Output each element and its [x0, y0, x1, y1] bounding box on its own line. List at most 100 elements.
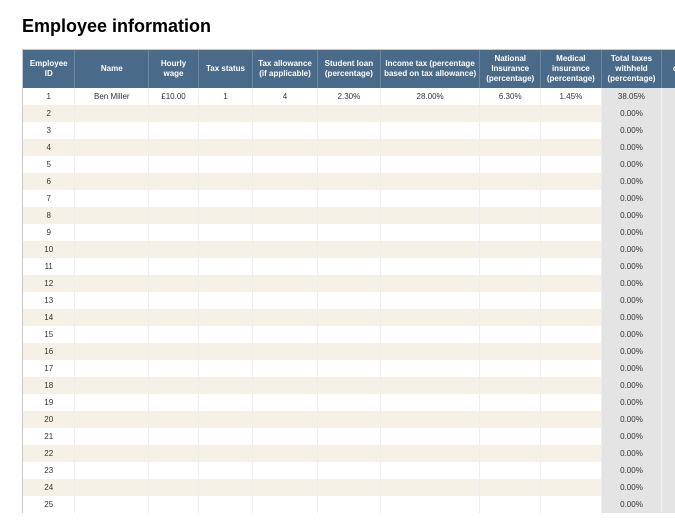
cell-pension-deduction[interactable]	[662, 156, 675, 173]
cell-student-loan[interactable]	[318, 326, 381, 343]
cell-total-withheld[interactable]: 0.00%	[601, 105, 662, 122]
cell-income-tax[interactable]	[380, 122, 480, 139]
cell-pension-deduction[interactable]	[662, 411, 675, 428]
cell-pension-deduction[interactable]	[662, 394, 675, 411]
cell-hourly-wage[interactable]: £10.00	[149, 88, 199, 105]
cell-tax-allowance[interactable]	[253, 122, 318, 139]
cell-tax-status[interactable]	[198, 428, 252, 445]
cell-income-tax[interactable]	[380, 173, 480, 190]
cell-income-tax[interactable]	[380, 207, 480, 224]
cell-tax-allowance[interactable]	[253, 292, 318, 309]
cell-total-withheld[interactable]: 0.00%	[601, 462, 662, 479]
cell-pension-deduction[interactable]	[662, 190, 675, 207]
cell-national-insurance[interactable]	[480, 105, 541, 122]
cell-name[interactable]	[75, 445, 149, 462]
cell-total-withheld[interactable]: 0.00%	[601, 156, 662, 173]
cell-hourly-wage[interactable]	[149, 156, 199, 173]
cell-name[interactable]	[75, 190, 149, 207]
cell-employee-id[interactable]: 21	[23, 428, 75, 445]
cell-medical-insurance[interactable]	[541, 190, 602, 207]
cell-employee-id[interactable]: 17	[23, 360, 75, 377]
cell-name[interactable]	[75, 309, 149, 326]
cell-student-loan[interactable]	[318, 496, 381, 513]
cell-name[interactable]	[75, 479, 149, 496]
cell-tax-status[interactable]	[198, 190, 252, 207]
cell-tax-allowance[interactable]	[253, 156, 318, 173]
cell-tax-status[interactable]	[198, 496, 252, 513]
cell-student-loan[interactable]	[318, 241, 381, 258]
cell-student-loan[interactable]	[318, 190, 381, 207]
cell-student-loan[interactable]	[318, 173, 381, 190]
cell-employee-id[interactable]: 18	[23, 377, 75, 394]
cell-total-withheld[interactable]: 0.00%	[601, 309, 662, 326]
cell-name[interactable]	[75, 122, 149, 139]
cell-medical-insurance[interactable]	[541, 360, 602, 377]
cell-total-withheld[interactable]: 0.00%	[601, 360, 662, 377]
cell-income-tax[interactable]	[380, 292, 480, 309]
cell-national-insurance[interactable]	[480, 377, 541, 394]
cell-student-loan[interactable]	[318, 139, 381, 156]
cell-income-tax[interactable]	[380, 377, 480, 394]
cell-income-tax[interactable]	[380, 462, 480, 479]
cell-income-tax[interactable]	[380, 224, 480, 241]
cell-national-insurance[interactable]	[480, 122, 541, 139]
cell-tax-allowance[interactable]	[253, 173, 318, 190]
cell-name[interactable]	[75, 105, 149, 122]
cell-employee-id[interactable]: 3	[23, 122, 75, 139]
cell-total-withheld[interactable]: 0.00%	[601, 496, 662, 513]
cell-pension-deduction[interactable]	[662, 292, 675, 309]
cell-income-tax[interactable]	[380, 428, 480, 445]
cell-employee-id[interactable]: 6	[23, 173, 75, 190]
cell-medical-insurance[interactable]	[541, 173, 602, 190]
cell-pension-deduction[interactable]	[662, 496, 675, 513]
cell-tax-allowance[interactable]	[253, 241, 318, 258]
cell-hourly-wage[interactable]	[149, 207, 199, 224]
cell-hourly-wage[interactable]	[149, 122, 199, 139]
cell-national-insurance[interactable]	[480, 224, 541, 241]
cell-medical-insurance[interactable]	[541, 343, 602, 360]
cell-employee-id[interactable]: 7	[23, 190, 75, 207]
cell-employee-id[interactable]: 4	[23, 139, 75, 156]
cell-name[interactable]	[75, 496, 149, 513]
cell-total-withheld[interactable]: 0.00%	[601, 258, 662, 275]
cell-name[interactable]	[75, 258, 149, 275]
cell-tax-allowance[interactable]	[253, 360, 318, 377]
cell-medical-insurance[interactable]	[541, 479, 602, 496]
cell-tax-allowance[interactable]	[253, 224, 318, 241]
cell-national-insurance[interactable]	[480, 428, 541, 445]
cell-employee-id[interactable]: 25	[23, 496, 75, 513]
cell-tax-status[interactable]	[198, 173, 252, 190]
cell-tax-status[interactable]	[198, 360, 252, 377]
cell-tax-status[interactable]	[198, 224, 252, 241]
cell-tax-status[interactable]	[198, 275, 252, 292]
cell-hourly-wage[interactable]	[149, 411, 199, 428]
cell-national-insurance[interactable]	[480, 207, 541, 224]
cell-total-withheld[interactable]: 0.00%	[601, 224, 662, 241]
cell-pension-deduction[interactable]	[662, 377, 675, 394]
cell-medical-insurance[interactable]	[541, 326, 602, 343]
cell-employee-id[interactable]: 13	[23, 292, 75, 309]
cell-tax-allowance[interactable]	[253, 343, 318, 360]
cell-tax-allowance[interactable]	[253, 139, 318, 156]
cell-student-loan[interactable]	[318, 258, 381, 275]
cell-national-insurance[interactable]	[480, 309, 541, 326]
cell-employee-id[interactable]: 11	[23, 258, 75, 275]
cell-student-loan[interactable]	[318, 479, 381, 496]
cell-medical-insurance[interactable]: 1.45%	[541, 88, 602, 105]
cell-medical-insurance[interactable]	[541, 241, 602, 258]
cell-medical-insurance[interactable]	[541, 377, 602, 394]
cell-tax-status[interactable]	[198, 258, 252, 275]
cell-hourly-wage[interactable]	[149, 139, 199, 156]
cell-total-withheld[interactable]: 0.00%	[601, 173, 662, 190]
cell-medical-insurance[interactable]	[541, 292, 602, 309]
cell-name[interactable]	[75, 360, 149, 377]
cell-income-tax[interactable]	[380, 445, 480, 462]
cell-tax-status[interactable]	[198, 122, 252, 139]
cell-pension-deduction[interactable]	[662, 207, 675, 224]
cell-national-insurance[interactable]	[480, 360, 541, 377]
cell-total-withheld[interactable]: 0.00%	[601, 292, 662, 309]
cell-name[interactable]: Ben Miller	[75, 88, 149, 105]
cell-student-loan[interactable]	[318, 122, 381, 139]
cell-tax-allowance[interactable]: 4	[253, 88, 318, 105]
cell-total-withheld[interactable]: 0.00%	[601, 377, 662, 394]
